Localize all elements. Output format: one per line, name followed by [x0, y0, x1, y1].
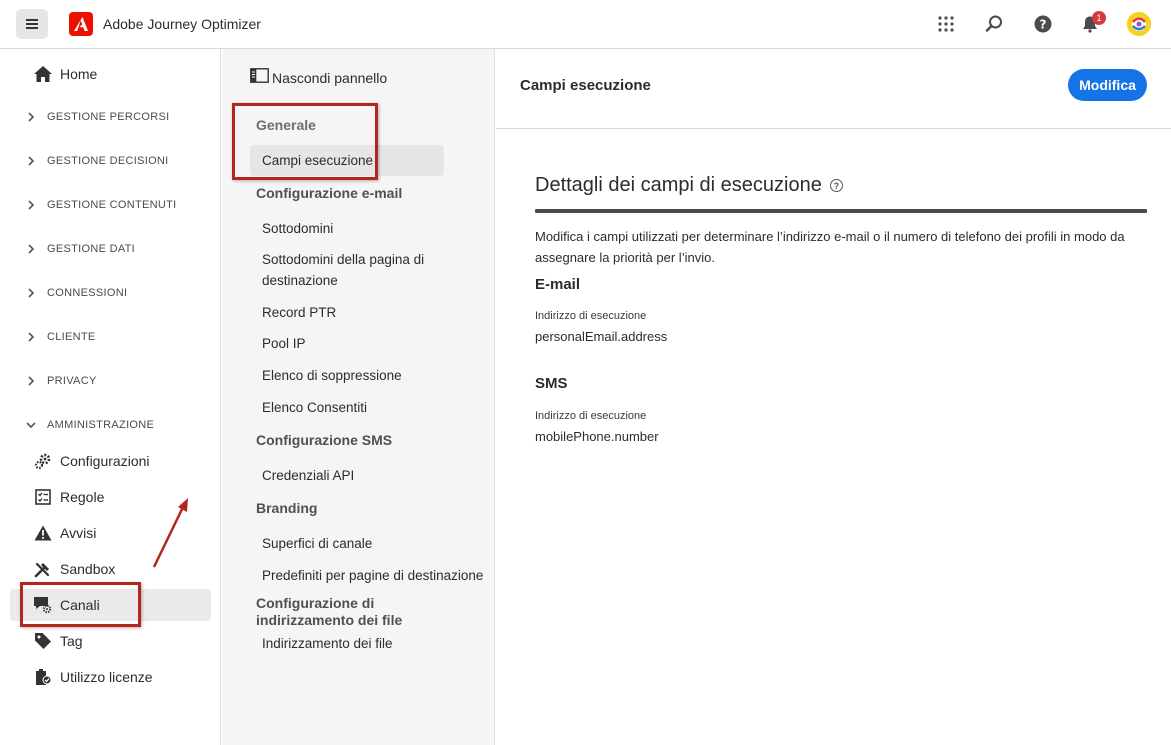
adobe-logo-icon [69, 12, 93, 36]
heading-config-email: Configurazione e-mail [256, 185, 403, 201]
nav-section-label: GESTIONE DATI [47, 243, 136, 255]
menu-superfici-canale[interactable]: Superfici di canale [250, 533, 444, 554]
chevron-right-icon [24, 330, 38, 344]
nav-section-label: AMMINISTRAZIONE [47, 419, 155, 431]
nav-section-label: CLIENTE [47, 331, 96, 343]
menu-credenziali-api[interactable]: Credenziali API [250, 465, 444, 486]
top-bar: Adobe Journey Optimizer ? 1 [0, 0, 1171, 49]
tools-icon [33, 559, 53, 579]
search-icon[interactable] [982, 12, 1006, 36]
highlight-box-generale [232, 103, 378, 180]
menu-elenco-soppressione[interactable]: Elenco di soppressione [250, 365, 444, 386]
nav-item-label: Regole [60, 489, 105, 505]
nav-section-gestione-percorsi[interactable]: GESTIONE PERCORSI [24, 107, 169, 127]
heading-config-indirizzamento: Configurazione di indirizzamento dei fil… [256, 595, 403, 628]
panel-icon [250, 68, 269, 88]
nav-section-label: GESTIONE CONTENUTI [47, 199, 177, 211]
main-content: Campi esecuzione Modifica Dettagli dei c… [496, 49, 1171, 745]
nav-section-gestione-dati[interactable]: GESTIONE DATI [24, 239, 135, 259]
checklist-icon [33, 487, 53, 507]
nav-section-connessioni[interactable]: CONNESSIONI [24, 283, 127, 303]
svg-text:?: ? [1040, 18, 1047, 32]
nav-configurazioni[interactable]: Configurazioni [10, 445, 211, 477]
app-title: Adobe Journey Optimizer [103, 16, 261, 32]
alert-icon [33, 523, 53, 543]
chevron-right-icon [24, 198, 38, 212]
email-section-title: E-mail [535, 276, 581, 293]
heading-branding: Branding [256, 500, 318, 516]
nav-section-amministrazione[interactable]: AMMINISTRAZIONE [24, 415, 154, 435]
hide-panel-label: Nascondi pannello [272, 70, 388, 86]
chevron-right-icon [24, 374, 38, 388]
avatar[interactable] [1127, 12, 1151, 36]
nav-utilizzo-licenze[interactable]: Utilizzo licenze [10, 661, 211, 693]
details-title-text: Dettagli dei campi di esecuzione [535, 174, 822, 196]
help-icon[interactable]: ? [1031, 12, 1055, 36]
sms-section-title: SMS [535, 375, 568, 392]
nav-section-label: PRIVACY [47, 375, 97, 387]
email-field-value: personalEmail.address [535, 329, 668, 344]
description-text: Modifica i campi utilizzati per determin… [535, 229, 1125, 265]
email-field-label: Indirizzo di esecuzione [535, 310, 647, 322]
hide-panel-button[interactable]: Nascondi pannello [250, 68, 387, 88]
chevron-right-icon [24, 154, 38, 168]
chevron-right-icon [24, 242, 38, 256]
nav-tag[interactable]: Tag [10, 625, 211, 657]
sms-field-value: mobilePhone.number [535, 429, 659, 444]
sms-field-label: Indirizzo di esecuzione [535, 410, 647, 422]
home-icon [33, 64, 53, 84]
menu-sottodomini-pagina-destinazione[interactable]: Sottodomini della pagina di destinazione [250, 249, 440, 291]
nav-item-label: Tag [60, 633, 83, 649]
left-navigation: Home GESTIONE PERCORSI GESTIONE DECISION… [0, 49, 221, 745]
nav-item-label: Configurazioni [60, 453, 150, 469]
nav-section-label: GESTIONE PERCORSI [47, 111, 170, 123]
nav-section-gestione-decisioni[interactable]: GESTIONE DECISIONI [24, 151, 168, 171]
license-icon [33, 667, 53, 687]
page-title: Campi esecuzione [520, 77, 651, 94]
nav-section-gestione-contenuti[interactable]: GESTIONE CONTENUTI [24, 195, 176, 215]
annotation-arrow-icon [152, 498, 188, 568]
menu-sottodomini[interactable]: Sottodomini [250, 218, 444, 239]
menu-indirizzamento-file[interactable]: Indirizzamento dei file [250, 633, 444, 654]
highlight-box-canali [20, 582, 141, 627]
nav-section-label: CONNESSIONI [47, 287, 128, 299]
tag-icon [33, 631, 53, 651]
nav-item-label: Utilizzo licenze [60, 669, 153, 685]
gears-icon [33, 451, 53, 471]
chevron-right-icon [24, 286, 38, 300]
nav-item-label: Avvisi [60, 525, 97, 541]
edit-button[interactable]: Modifica [1068, 69, 1147, 101]
nav-home[interactable]: Home [10, 58, 211, 90]
grid-icon[interactable] [934, 12, 958, 36]
help-circle-icon[interactable]: ? [829, 179, 843, 192]
nav-section-label: GESTIONE DECISIONI [47, 155, 169, 167]
nav-home-label: Home [60, 66, 98, 82]
chevron-down-icon [24, 418, 38, 432]
menu-pool-ip[interactable]: Pool IP [250, 333, 444, 354]
menu-record-ptr[interactable]: Record PTR [250, 302, 444, 323]
chevron-right-icon [24, 110, 38, 124]
details-title: Dettagli dei campi di esecuzione ? [535, 174, 843, 197]
nav-section-privacy[interactable]: PRIVACY [24, 371, 96, 391]
section-divider [535, 209, 1147, 213]
heading-config-sms: Configurazione SMS [256, 432, 393, 448]
menu-elenco-consentiti[interactable]: Elenco Consentiti [250, 397, 444, 418]
nav-item-label: Sandbox [60, 561, 116, 577]
notification-badge: 1 [1092, 11, 1106, 25]
menu-predefiniti-pagine[interactable]: Predefiniti per pagine di destinazione [250, 565, 490, 586]
nav-section-cliente[interactable]: CLIENTE [24, 327, 95, 347]
main-header: Campi esecuzione Modifica [496, 49, 1171, 129]
hamburger-icon[interactable] [16, 9, 48, 39]
